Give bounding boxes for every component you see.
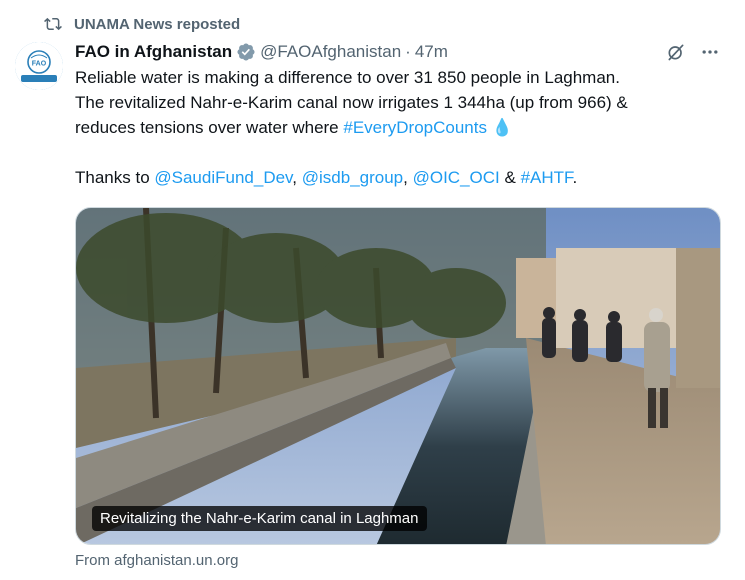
tweet-header: FAO in Afghanistan @FAOAfghanistan · 47m xyxy=(75,41,448,63)
tweet-text: Reliable water is making a difference to… xyxy=(75,65,725,190)
separator-dot: · xyxy=(405,42,411,61)
fao-logo: FAO xyxy=(15,42,63,90)
media-caption: Revitalizing the Nahr-e-Karim canal in L… xyxy=(92,506,427,531)
repost-icon xyxy=(44,17,62,31)
verified-badge-icon[interactable] xyxy=(236,42,256,62)
media-card[interactable]: Revitalizing the Nahr-e-Karim canal in L… xyxy=(75,207,721,545)
mention-isdb[interactable]: @isdb_group xyxy=(302,168,403,187)
hashtag-everydropcounts[interactable]: #EveryDropCounts xyxy=(343,118,487,137)
canal-photo xyxy=(76,208,720,544)
repost-label: UNAMA News reposted xyxy=(74,15,241,33)
more-icon[interactable] xyxy=(699,42,721,62)
hashtag-ahtf[interactable]: #AHTF xyxy=(521,168,573,187)
tweet-line: Reliable water is making a difference to… xyxy=(75,68,620,87)
water-drop-emoji: 💧 xyxy=(491,118,513,137)
avatar[interactable]: FAO xyxy=(15,42,63,90)
author-handle[interactable]: @FAOAfghanistan xyxy=(260,42,401,62)
tweet-line: The revitalized Nahr-e-Karim canal now i… xyxy=(75,93,628,112)
timestamp[interactable]: 47m xyxy=(415,42,448,62)
svg-text:FAO: FAO xyxy=(32,61,47,68)
link-source[interactable]: From afghanistan.un.org xyxy=(75,552,238,569)
tweet-thanks-line: Thanks to @SaudiFund_Dev, @isdb_group, @… xyxy=(75,165,725,190)
mention-saudifund[interactable]: @SaudiFund_Dev xyxy=(154,168,292,187)
ampersand: & xyxy=(499,168,521,187)
repost-indicator[interactable]: UNAMA News reposted xyxy=(44,14,240,34)
author-name[interactable]: FAO in Afghanistan xyxy=(75,42,232,62)
comma: , xyxy=(292,168,302,187)
tweet-line: reduces tensions over water where #Every… xyxy=(75,115,725,140)
mention-oic[interactable]: @OIC_OCI xyxy=(413,168,500,187)
tweet-line-text: reduces tensions over water where xyxy=(75,118,344,137)
thanks-prefix: Thanks to xyxy=(75,168,155,187)
period: . xyxy=(572,168,578,187)
grok-icon[interactable] xyxy=(666,42,686,62)
comma: , xyxy=(403,168,413,187)
